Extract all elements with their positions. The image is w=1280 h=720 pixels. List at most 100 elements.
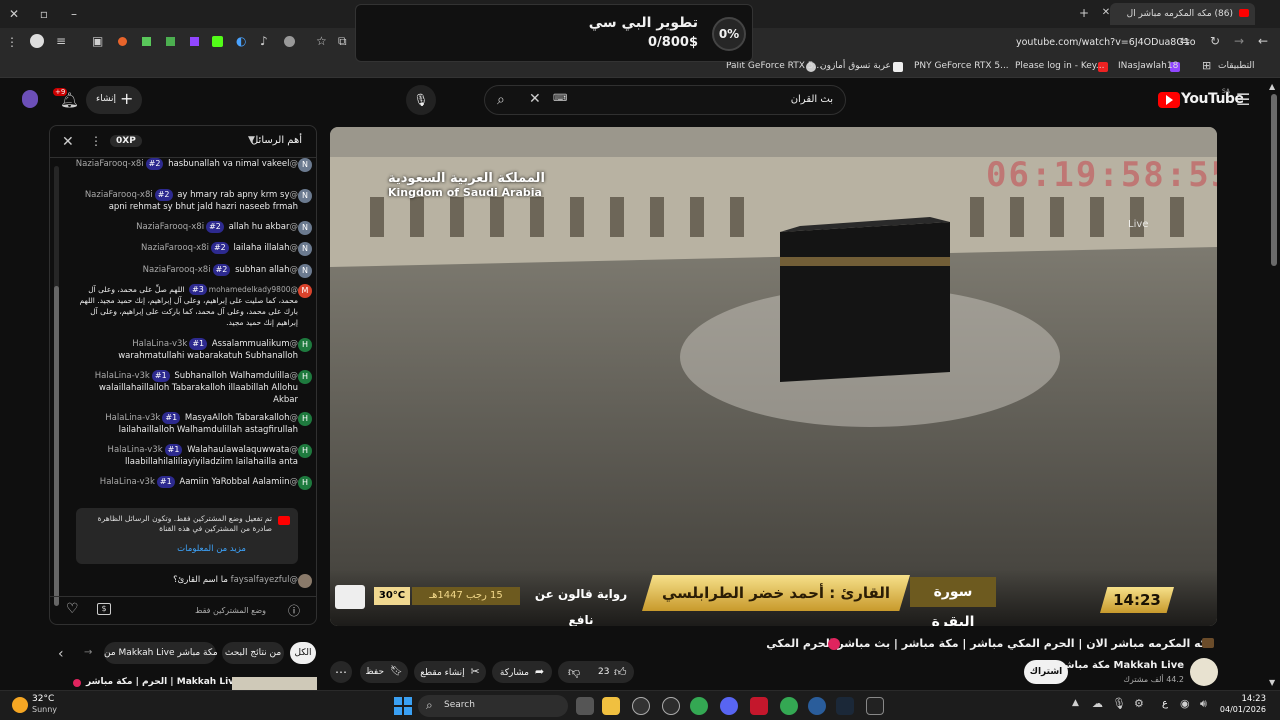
super-chat-icon[interactable]: $ xyxy=(97,603,111,615)
kick-icon[interactable] xyxy=(212,36,223,47)
weather-desc[interactable]: Sunny xyxy=(32,705,57,714)
weather-temp[interactable]: 32°C xyxy=(32,694,54,704)
bookmark-star-icon[interactable]: ☆ xyxy=(316,34,327,48)
scroll-up-icon[interactable]: ▲ xyxy=(1269,82,1275,91)
dislike-icon[interactable]: 👎︎ xyxy=(568,661,580,683)
bookmark-item[interactable]: Palit GeForce RTX 5... xyxy=(726,61,822,71)
keyboard-icon[interactable]: ⌨ xyxy=(553,93,567,104)
like-count[interactable]: 23 xyxy=(598,661,609,683)
bookmark-item[interactable]: PNY GeForce RTX 5... xyxy=(914,61,1009,71)
channel-avatar[interactable] xyxy=(1190,658,1218,686)
bookmark-item[interactable]: INasJawlah18 xyxy=(1118,61,1178,71)
info-icon[interactable]: ⓘ xyxy=(288,602,300,619)
hijri-date: 15 رجب 1447هـ xyxy=(412,587,520,605)
tab-youtube[interactable]: (86) مكه المكرمه مباشر ال xyxy=(1110,3,1255,25)
extension-icon[interactable]: ▣ xyxy=(92,34,103,48)
translate-icon[interactable]: ◐ xyxy=(236,34,246,48)
task-view-icon[interactable] xyxy=(576,697,594,715)
file-explorer-icon[interactable] xyxy=(602,697,620,715)
chat-mode-label[interactable]: أهم الرسائل xyxy=(251,135,302,146)
chip-search-results[interactable]: من نتائج البحث xyxy=(222,642,284,664)
wifi-icon[interactable]: ◉ xyxy=(1180,697,1190,710)
extension-icon[interactable]: ≡ xyxy=(56,34,66,48)
clock-date[interactable]: 04/01/2026 xyxy=(1218,705,1266,714)
tray-app-icon[interactable]: ⚙ xyxy=(1134,697,1144,710)
maximize-icon[interactable]: ▫ xyxy=(38,7,50,21)
tray-mic-icon[interactable]: 🎙︎ xyxy=(1112,697,1126,710)
steam-icon[interactable] xyxy=(836,697,854,715)
bookmark-item[interactable]: Please log in - Key... xyxy=(1015,61,1104,71)
search-input[interactable]: بث القران xyxy=(791,94,833,105)
points-badge[interactable]: 0XP xyxy=(110,135,142,147)
channel-name[interactable]: Makkah Live مكة مباشر xyxy=(1058,660,1184,671)
clock-time[interactable]: 14:23 xyxy=(1226,694,1267,704)
twitch-icon[interactable] xyxy=(190,37,199,46)
chrome-icon[interactable] xyxy=(690,697,708,715)
forward-icon[interactable]: → xyxy=(1234,34,1244,48)
clip-button[interactable]: إنشاء مقطع ✂ xyxy=(414,661,486,683)
close-window-icon[interactable]: ✕ xyxy=(8,7,20,21)
menu-dots-icon[interactable]: ⋮ xyxy=(6,35,18,49)
chip-channel[interactable]: من Makkah Live مكة مباشر xyxy=(104,642,218,664)
hamburger-menu-icon[interactable]: ☰ xyxy=(1236,90,1250,109)
chat-input[interactable]: وضع المشتركين فقط xyxy=(195,606,266,615)
taskbar-search[interactable]: ⌕ Search xyxy=(418,695,568,717)
up-next-item[interactable]: Makkah Live | الحرم | مكة مباشر xyxy=(70,677,317,690)
youtube-logo-icon[interactable] xyxy=(1158,92,1180,108)
extension-icon[interactable] xyxy=(166,37,175,46)
share-label: مشاركة xyxy=(499,668,529,678)
more-actions-icon[interactable]: ⋯ xyxy=(330,661,352,683)
extension-icon[interactable] xyxy=(142,37,151,46)
voice-search-button[interactable]: 🎙︎ xyxy=(406,85,436,115)
reload-icon[interactable]: ↻ xyxy=(1210,34,1220,48)
save-button[interactable]: حفظ 🔖︎ xyxy=(360,661,408,683)
page-scrollbar[interactable]: ▲ ▼ xyxy=(1268,80,1280,690)
openai-icon[interactable] xyxy=(632,697,650,715)
extension-icon[interactable] xyxy=(118,37,127,46)
install-app-icon[interactable]: ⧉ xyxy=(338,34,347,49)
chrome-icon[interactable] xyxy=(780,697,798,715)
keyboard-language[interactable]: ع xyxy=(1162,698,1168,709)
search-box[interactable]: ⌕ ✕ ⌨ بث القران xyxy=(484,85,846,115)
chevron-left-icon[interactable]: ‹ xyxy=(58,646,64,662)
windows-start-icon[interactable] xyxy=(394,697,412,715)
scroll-chips-icon[interactable]: → xyxy=(84,647,92,658)
new-tab-icon[interactable]: + xyxy=(1078,6,1090,20)
video-player[interactable]: المملكة العربية السعودية Kingdom of Saud… xyxy=(330,127,1217,626)
back-icon[interactable]: ← xyxy=(1258,34,1268,48)
share-button[interactable]: مشاركة ➦ xyxy=(492,661,552,683)
create-label: إنشاء xyxy=(96,94,117,104)
extension-icon[interactable] xyxy=(284,36,295,47)
chip-all[interactable]: الكل xyxy=(290,642,316,664)
speaker-icon[interactable]: ♪ xyxy=(260,34,268,48)
search-icon[interactable]: ⌕ xyxy=(497,92,505,108)
subscribe-button[interactable]: اشتراك xyxy=(1024,660,1068,684)
settings-gear-icon[interactable] xyxy=(662,697,680,715)
profile-icon[interactable] xyxy=(30,34,44,48)
bookmark-item[interactable]: عربة تسوق أمازون xyxy=(820,61,891,71)
app-icon[interactable] xyxy=(808,697,826,715)
learn-more-link[interactable]: مزيد من المعلومات xyxy=(177,544,246,554)
scroll-down-icon[interactable]: ▼ xyxy=(1269,678,1275,687)
volume-icon[interactable]: 🔊︎ xyxy=(1200,697,1207,711)
youtube-logo-text[interactable]: YouTube xyxy=(1181,91,1244,107)
epic-games-icon[interactable] xyxy=(866,697,884,715)
discord-icon[interactable] xyxy=(720,697,738,715)
bookmark-apps[interactable]: التطبيقات xyxy=(1218,61,1255,71)
heart-icon[interactable]: ♡ xyxy=(66,601,79,617)
clear-search-icon[interactable]: ✕ xyxy=(529,91,541,107)
close-tab-icon[interactable]: ✕ xyxy=(1100,7,1112,18)
minimize-icon[interactable]: – xyxy=(68,7,80,21)
chat-scrollbar[interactable] xyxy=(54,166,59,606)
create-button[interactable]: إنشاء + xyxy=(86,86,142,114)
tray-app-icon[interactable]: ☁ xyxy=(1092,697,1103,710)
channel-avatar[interactable] xyxy=(22,90,38,108)
like-icon[interactable]: 👍︎ xyxy=(614,661,627,683)
close-chat-icon[interactable]: ✕ xyxy=(62,134,74,150)
app-icon[interactable] xyxy=(750,697,768,715)
url-text[interactable]: youtube.com/watch?v=6J4ODua8G1o xyxy=(1016,37,1196,48)
chat-menu-icon[interactable]: ⋮ xyxy=(90,134,102,148)
site-settings-icon[interactable]: ⇋ xyxy=(1180,34,1190,48)
weather-sun-icon[interactable] xyxy=(12,697,28,713)
tray-chevron-icon[interactable]: ▲ xyxy=(1072,698,1079,708)
